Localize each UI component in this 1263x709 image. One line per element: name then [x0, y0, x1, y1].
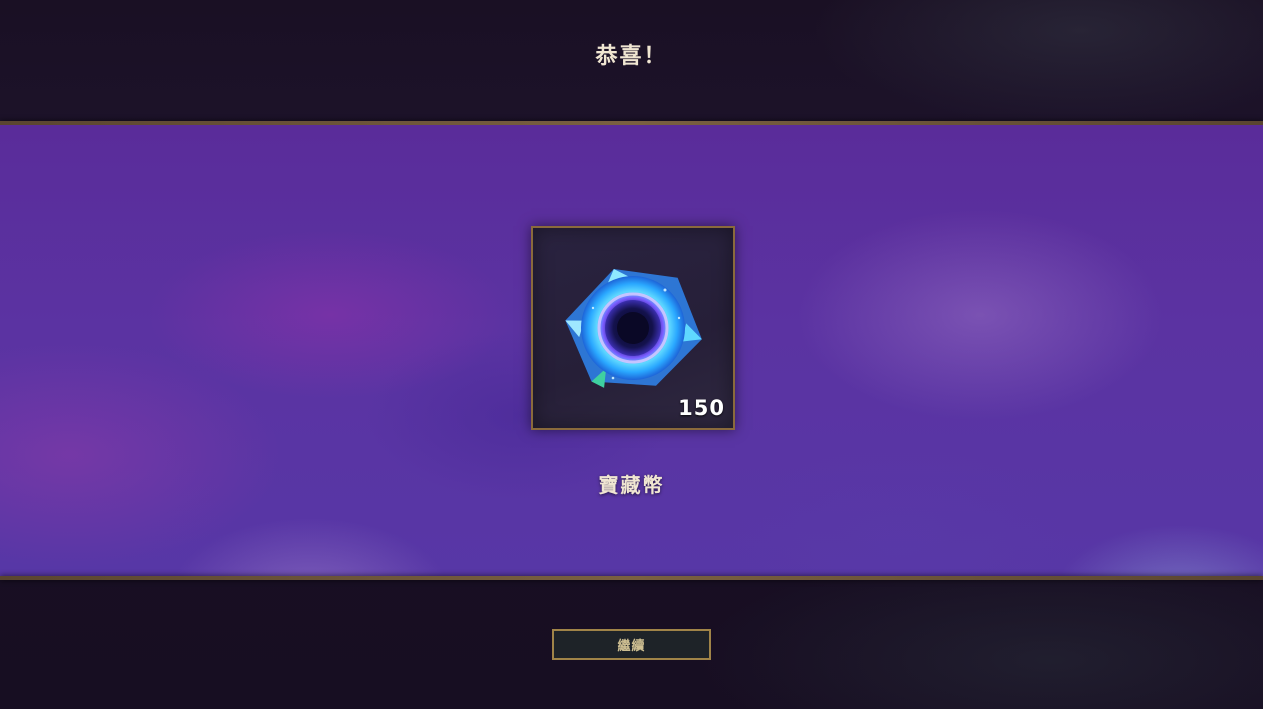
divider-bottom [0, 576, 1263, 580]
reward-count: 150 [678, 396, 725, 420]
reward-banner: 150 寶藏幣 [0, 125, 1263, 576]
reward-item-card: 150 [531, 226, 735, 430]
page-title: 恭喜！ [595, 44, 668, 69]
continue-button[interactable]: 繼續 [552, 629, 711, 660]
treasure-token-orb-icon [565, 269, 702, 388]
reward-screen: 恭喜！ 150 寶藏幣 繼續 [0, 0, 1263, 709]
reward-item-name: 寶藏幣 [598, 473, 665, 497]
header-bar: 恭喜！ [0, 0, 1263, 121]
